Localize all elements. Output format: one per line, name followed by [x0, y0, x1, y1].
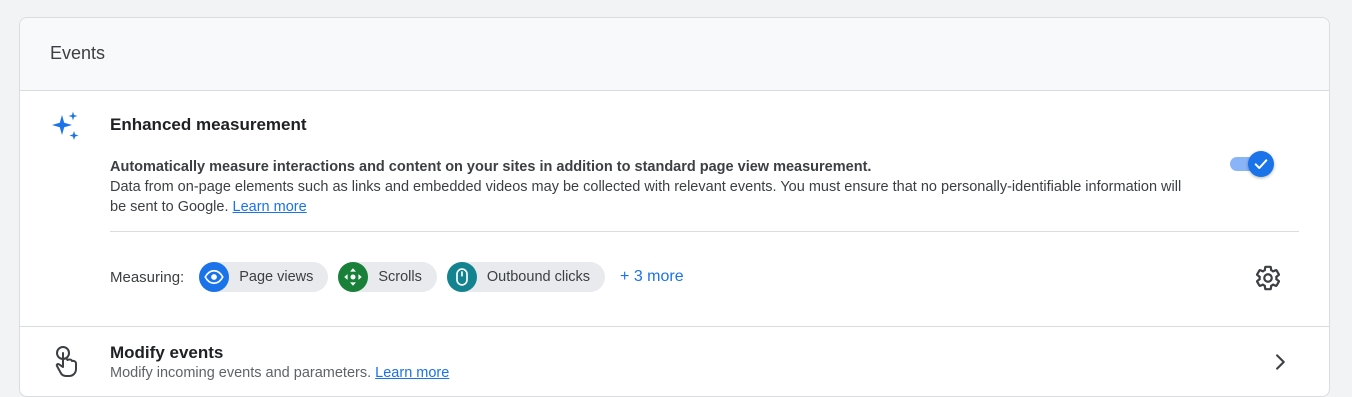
learn-more-link[interactable]: Learn more — [233, 199, 307, 215]
eye-icon — [199, 262, 230, 292]
scroll-arrows-icon — [338, 262, 369, 292]
modify-events-row[interactable]: Modify events Modify incoming events and… — [20, 327, 1329, 396]
gear-icon[interactable] — [1253, 263, 1283, 293]
toggle-knob — [1248, 151, 1274, 177]
events-card: Events Enhanced measurement Automaticall… — [19, 17, 1330, 397]
divider — [110, 231, 1299, 232]
enhanced-measurement-section: Enhanced measurement Automatically measu… — [20, 91, 1329, 327]
card-title: Events — [20, 18, 1329, 91]
chip-outbound-clicks[interactable]: Outbound clicks — [446, 262, 606, 292]
measuring-label: Measuring: — [110, 268, 185, 286]
chip-page-views[interactable]: Page views — [199, 262, 329, 292]
modify-events-title: Modify events — [110, 343, 224, 362]
sparkle-icon — [52, 111, 79, 140]
enhanced-measurement-title: Enhanced measurement — [110, 115, 307, 134]
modify-events-description-text: Modify incoming events and parameters. — [110, 365, 372, 381]
check-icon — [1254, 159, 1268, 169]
touch-icon — [55, 346, 77, 377]
more-link[interactable]: + 3 more — [620, 268, 684, 286]
mouse-icon — [446, 262, 477, 292]
description-bold: Automatically measure interactions and c… — [110, 159, 872, 175]
modify-events-description: Modify incoming events and parameters. L… — [110, 365, 449, 381]
modify-events-learn-more-link[interactable]: Learn more — [375, 365, 449, 381]
chip-label: Outbound clicks — [486, 269, 591, 285]
chip-scrolls[interactable]: Scrolls — [338, 262, 437, 292]
enhanced-measurement-description: Automatically measure interactions and c… — [110, 157, 1190, 217]
enhanced-measurement-toggle[interactable] — [1228, 151, 1276, 177]
chip-label: Scrolls — [378, 269, 422, 285]
chevron-right-icon[interactable] — [1268, 350, 1292, 374]
chip-label: Page views — [239, 269, 314, 285]
measuring-row: Measuring: Page views Scrolls Outbound c… — [110, 261, 684, 293]
